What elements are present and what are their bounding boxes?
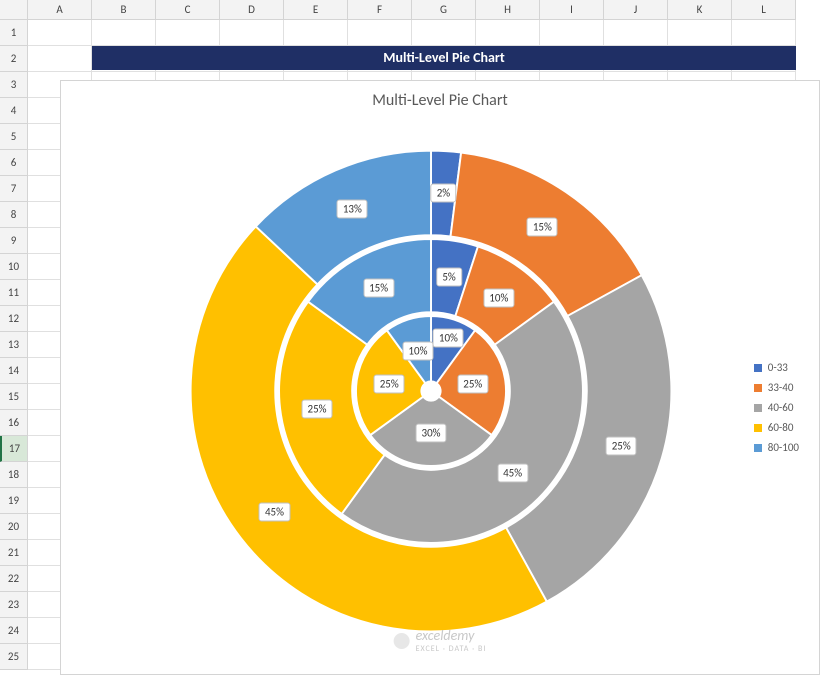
cell[interactable] — [348, 20, 412, 46]
center-dot — [425, 385, 437, 397]
row-header[interactable]: 13 — [0, 332, 28, 358]
col-header[interactable]: L — [732, 0, 796, 20]
row-header[interactable]: 25 — [0, 644, 28, 670]
legend-swatch — [754, 444, 762, 452]
row-header[interactable]: 7 — [0, 176, 28, 202]
watermark-tagline: EXCEL · DATA · BI — [416, 644, 487, 654]
cell[interactable] — [476, 20, 540, 46]
chart-plot-area[interactable]: 10% 25% 30% 25% 10% 5% 10% 45% 25% 15% 2% 15% 25% 45%… — [181, 141, 681, 641]
row-header[interactable]: 2 — [0, 46, 28, 72]
data-label: 25% — [374, 375, 405, 394]
legend-item[interactable]: 40-60 — [754, 401, 799, 414]
data-label: 2% — [431, 184, 456, 203]
legend-swatch — [754, 404, 762, 412]
legend-swatch — [754, 384, 762, 392]
row-header[interactable]: 14 — [0, 358, 28, 384]
data-label: 5% — [436, 268, 461, 287]
row-header[interactable]: 1 — [0, 20, 28, 46]
watermark-brand: exceldemy — [416, 627, 487, 644]
row-header[interactable]: 23 — [0, 592, 28, 618]
legend-label: 33-40 — [768, 381, 794, 394]
row-header[interactable]: 9 — [0, 228, 28, 254]
data-label: 25% — [302, 400, 333, 419]
chart-title: Multi-Level Pie Chart — [61, 91, 819, 110]
row-header[interactable]: 24 — [0, 618, 28, 644]
cell[interactable] — [156, 20, 220, 46]
cell[interactable] — [92, 20, 156, 46]
col-header[interactable]: F — [348, 0, 412, 20]
cell[interactable] — [668, 20, 732, 46]
row-header[interactable]: 4 — [0, 98, 28, 124]
cell[interactable] — [220, 20, 284, 46]
watermark-icon — [394, 633, 410, 649]
cell[interactable] — [28, 20, 92, 46]
cell[interactable] — [604, 20, 668, 46]
legend-label: 60-80 — [768, 421, 794, 434]
col-header[interactable]: D — [220, 0, 284, 20]
data-label: 30% — [415, 424, 446, 443]
col-header[interactable]: K — [668, 0, 732, 20]
legend-item[interactable]: 60-80 — [754, 421, 799, 434]
col-header[interactable]: B — [92, 0, 156, 20]
row-header[interactable]: 15 — [0, 384, 28, 410]
row-header[interactable]: 21 — [0, 540, 28, 566]
chart-object[interactable]: Multi-Level Pie Chart 10%25%30%25%10%5%1… — [60, 80, 820, 675]
row-header[interactable]: 18 — [0, 462, 28, 488]
data-label: 45% — [497, 463, 528, 482]
data-label: 10% — [483, 288, 514, 307]
legend-item[interactable]: 33-40 — [754, 381, 799, 394]
row-header[interactable]: 17 — [0, 436, 28, 462]
row-header[interactable]: 20 — [0, 514, 28, 540]
legend-swatch — [754, 364, 762, 372]
donut-svg — [181, 141, 681, 641]
row-header[interactable]: 11 — [0, 280, 28, 306]
data-label: 45% — [259, 503, 290, 522]
data-label: 25% — [457, 375, 488, 394]
legend-item[interactable]: 80-100 — [754, 441, 799, 454]
data-label: 10% — [402, 341, 433, 360]
data-label: 13% — [337, 200, 368, 219]
cell[interactable] — [540, 20, 604, 46]
legend-label: 40-60 — [768, 401, 794, 414]
banner-title: Multi-Level Pie Chart — [92, 46, 796, 70]
data-label: 25% — [606, 437, 637, 456]
row-header[interactable]: 22 — [0, 566, 28, 592]
legend-item[interactable]: 0-33 — [754, 361, 799, 374]
cell[interactable] — [412, 20, 476, 46]
row-header[interactable]: 3 — [0, 72, 28, 98]
col-header[interactable]: J — [604, 0, 668, 20]
row-header[interactable]: 19 — [0, 488, 28, 514]
chart-legend[interactable]: 0-33 33-40 40-60 60-80 80-100 — [754, 361, 799, 461]
row-header[interactable]: 16 — [0, 410, 28, 436]
legend-label: 80-100 — [768, 441, 799, 454]
col-header[interactable]: A — [28, 0, 92, 20]
data-label: 10% — [433, 328, 464, 347]
data-label: 15% — [527, 218, 558, 237]
col-header[interactable]: G — [412, 0, 476, 20]
row-header[interactable]: 8 — [0, 202, 28, 228]
col-header[interactable]: I — [540, 0, 604, 20]
row-header[interactable]: 10 — [0, 254, 28, 280]
col-header[interactable]: H — [476, 0, 540, 20]
cell[interactable] — [732, 20, 796, 46]
watermark: exceldemy EXCEL · DATA · BI — [394, 627, 487, 654]
select-all-corner[interactable] — [0, 0, 28, 20]
cell[interactable] — [28, 46, 92, 72]
row-header[interactable]: 5 — [0, 124, 28, 150]
row-header[interactable]: 6 — [0, 150, 28, 176]
data-label: 15% — [363, 279, 394, 298]
col-header[interactable]: C — [156, 0, 220, 20]
row-header[interactable]: 12 — [0, 306, 28, 332]
legend-swatch — [754, 424, 762, 432]
legend-label: 0-33 — [768, 361, 788, 374]
cell[interactable] — [284, 20, 348, 46]
col-header[interactable]: E — [284, 0, 348, 20]
